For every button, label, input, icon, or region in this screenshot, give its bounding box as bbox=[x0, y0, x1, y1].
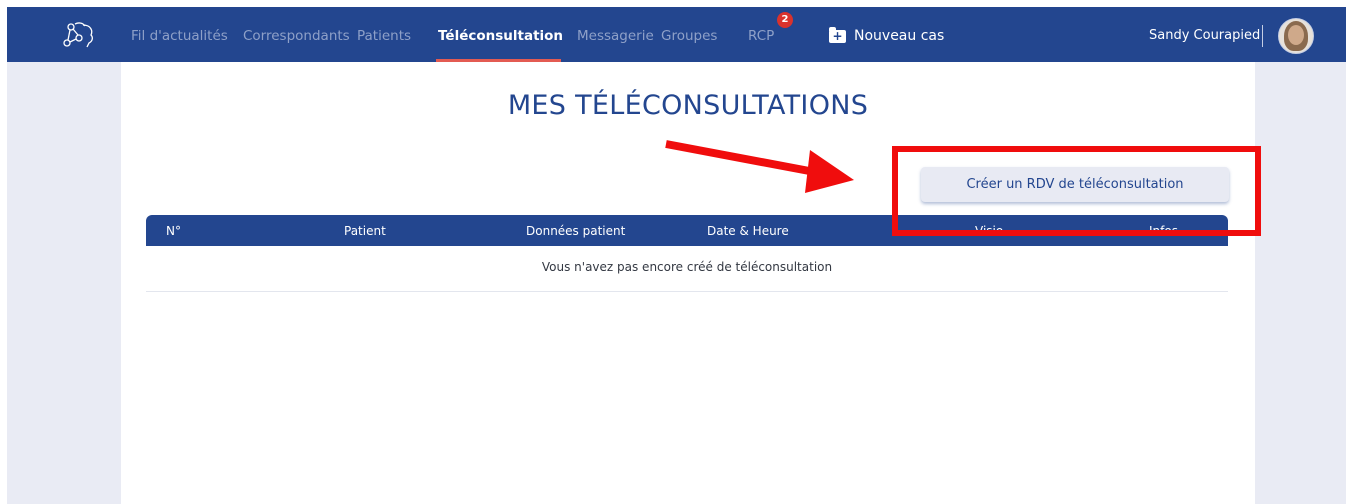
column-header-patient-data: Données patient bbox=[526, 224, 626, 238]
new-case-button[interactable]: + Nouveau cas bbox=[829, 26, 944, 46]
column-header-visio: Visio bbox=[975, 224, 1004, 238]
user-name[interactable]: Sandy Courapied bbox=[1149, 28, 1260, 43]
nav-item-correspondants[interactable]: Correspondants bbox=[243, 28, 350, 44]
rcp-notification-badge: 2 bbox=[777, 12, 793, 28]
top-navbar: Fil d'actualités Correspondants Patients… bbox=[7, 7, 1346, 62]
new-case-label: Nouveau cas bbox=[854, 28, 945, 44]
network-logo-icon[interactable] bbox=[59, 21, 99, 49]
table-header: N° Patient Données patient Date & Heure … bbox=[146, 215, 1228, 246]
app-frame: Fil d'actualités Correspondants Patients… bbox=[7, 7, 1346, 504]
nav-item-messagerie[interactable]: Messagerie bbox=[577, 28, 654, 44]
avatar[interactable] bbox=[1278, 18, 1314, 54]
nav-item-fil-actualites[interactable]: Fil d'actualités bbox=[131, 28, 228, 44]
nav-item-rcp[interactable]: RCP bbox=[748, 28, 774, 44]
main-panel: MES TÉLÉCONSULTATIONS Créer un RDV de té… bbox=[121, 62, 1255, 504]
column-header-date-time: Date & Heure bbox=[707, 224, 789, 238]
column-header-number: N° bbox=[166, 224, 181, 238]
nav-item-groupes[interactable]: Groupes bbox=[661, 28, 717, 44]
empty-table-message: Vous n'avez pas encore créé de téléconsu… bbox=[541, 260, 833, 274]
create-teleconsultation-button[interactable]: Créer un RDV de téléconsultation bbox=[921, 167, 1229, 202]
nav-item-teleconsultation[interactable]: Téléconsultation bbox=[438, 28, 563, 44]
page-title: MES TÉLÉCONSULTATIONS bbox=[507, 90, 869, 121]
user-separator bbox=[1262, 25, 1263, 47]
column-header-infos: Infos bbox=[1149, 224, 1178, 238]
nav-item-patients[interactable]: Patients bbox=[357, 28, 411, 44]
table-empty-row: Vous n'avez pas encore créé de téléconsu… bbox=[146, 246, 1228, 292]
folder-plus-icon: + bbox=[829, 26, 846, 43]
column-header-patient: Patient bbox=[344, 224, 386, 238]
avatar-face bbox=[1288, 25, 1304, 45]
